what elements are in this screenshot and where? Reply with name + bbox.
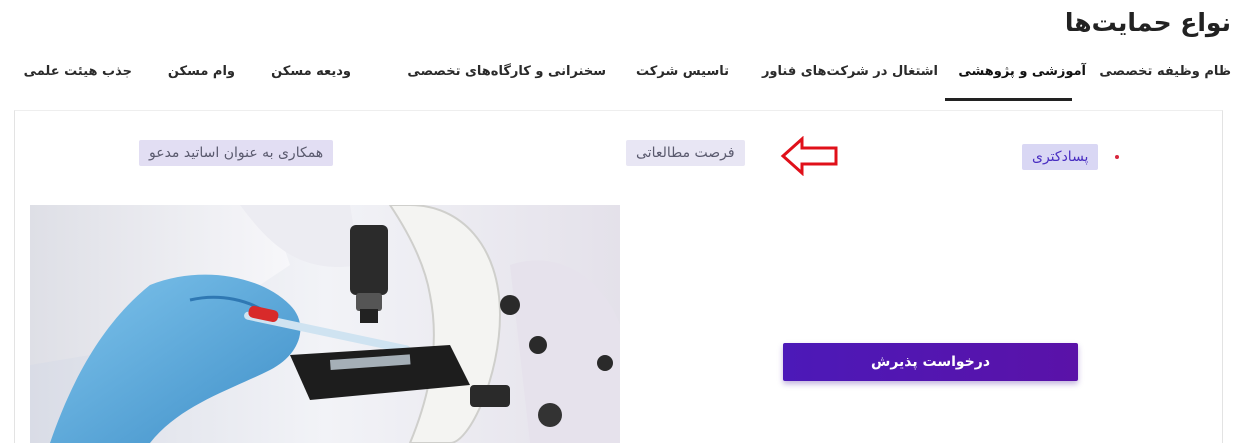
page-title: نواع حمایت‌ها [1064, 8, 1231, 37]
tab-faculty-recruitment[interactable]: جذب هیئت علمی [24, 64, 132, 79]
tab-specialized-military-service[interactable]: ظام وظیفه تخصصی [1099, 64, 1231, 79]
tab-bar: ظام وظیفه تخصصی آموزشی و پژوهشی اشتغال د… [0, 64, 1233, 88]
tab-educational-research[interactable]: آموزشی و پژوهشی [958, 64, 1086, 79]
microscope-illustration [30, 205, 620, 443]
left-arrow-icon [780, 136, 838, 176]
active-tab-indicator [945, 98, 1072, 101]
bullet-dot [1115, 155, 1119, 159]
apply-button[interactable]: درخواست پذیرش [783, 343, 1078, 381]
lab-microscope-image [30, 205, 620, 443]
tab-lectures-workshops[interactable]: سخنرانی و کارگاه‌های تخصصی [407, 64, 606, 79]
tab-company-establishment[interactable]: تاسیس شرکت [636, 64, 729, 79]
chip-postdoc[interactable]: پسادکتری [1022, 144, 1099, 170]
chip-visiting-professors[interactable]: همکاری به عنوان اساتید مدعو [139, 140, 334, 166]
tab-housing-deposit[interactable]: ودیعه مسکن [271, 64, 351, 79]
tab-employment-tech-companies[interactable]: اشتغال در شرکت‌های فناور [762, 64, 938, 79]
tab-housing-loan[interactable]: وام مسکن [168, 64, 235, 79]
chip-sabbatical[interactable]: فرصت مطالعاتی [626, 140, 745, 166]
